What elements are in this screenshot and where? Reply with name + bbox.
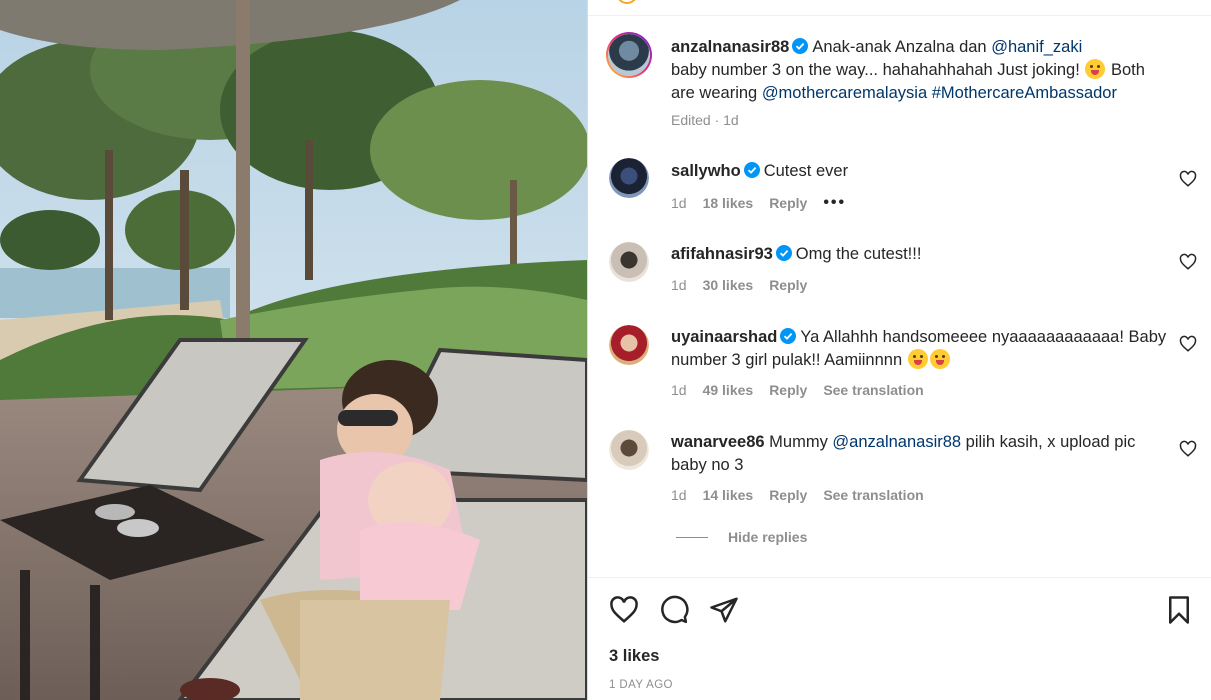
tongue-emoji-icon [907,349,928,369]
tongue-emoji-icon [929,349,950,369]
comment-likes[interactable]: 18 likes [703,195,754,211]
comment-heart-icon[interactable] [1179,440,1197,458]
comment-mention-anzalnanasir88[interactable]: @anzalnanasir88 [832,433,961,451]
comment-meta: 1d 49 likes Reply See translation [671,382,924,398]
comment-uyainaarshad: uyainaarshad Ya Allahhh handsomeeee nyaaa… [671,326,1171,372]
comment-time: 1d [671,277,687,293]
comment-text: Omg the cutest!!! [795,245,922,263]
comment-likes[interactable]: 49 likes [703,382,754,398]
comment-time: 1d [671,487,687,503]
bookmark-icon[interactable] [1164,595,1194,625]
post-photo[interactable] [0,0,587,700]
post-actions-bar: 3 likes 1 DAY AGO [588,577,1211,700]
author-avatar[interactable] [606,32,652,78]
comment-username[interactable]: afifahnasir93 [671,245,773,263]
comment-sallywho: sallywho Cutest ever [671,160,1171,183]
comment-avatar-sallywho[interactable] [609,158,649,198]
caption-mention-hanif[interactable]: @hanif_zaki [991,38,1082,56]
photo-scene [0,0,587,700]
comment-username[interactable]: wanarvee86 [671,433,765,451]
winking-tongue-emoji-icon [1085,59,1106,79]
comment-avatar-afifahnasir93[interactable] [609,242,649,282]
comment-afifahnasir93: afifahnasir93 Omg the cutest!!! [671,243,1171,266]
caption-text-2: baby number 3 on the way... hahahahhahah… [671,61,1085,79]
post-timestamp: 1 DAY AGO [609,679,673,691]
reply-button[interactable]: Reply [769,487,807,503]
author-username[interactable]: anzalnanasir88 [671,38,789,56]
header-avatar-ring[interactable] [616,0,638,4]
comment-avatar-uyainaarshad[interactable] [609,325,649,365]
comment-heart-icon[interactable] [1179,170,1197,188]
comment-likes[interactable]: 14 likes [703,487,754,503]
caption-meta: Edited · 1d [671,112,739,128]
comment-text-prefix: Mummy [769,433,833,451]
see-translation-button[interactable]: See translation [823,382,923,398]
comment-heart-icon[interactable] [1179,335,1197,353]
see-translation-button[interactable]: See translation [823,487,923,503]
share-icon[interactable] [709,595,739,625]
comment-meta: 1d 18 likes Reply ••• [671,194,846,212]
comment-username[interactable]: sallywho [671,162,741,180]
reply-button[interactable]: Reply [769,382,807,398]
comment-wanarvee86: wanarvee86 Mummy @anzalnanasir88 pilih k… [671,431,1171,477]
reply-button[interactable]: Reply [769,277,807,293]
reply-button[interactable]: Reply [769,195,807,211]
verified-badge-icon [743,162,760,178]
verified-badge-icon [775,245,792,261]
comment-meta: 1d 14 likes Reply See translation [671,487,924,503]
post-detail-panel: anzalnanasir88 Anak-anak Anzalna dan @han… [587,0,1211,700]
caption-mention-mothercare[interactable]: @mothercaremalaysia [762,84,927,102]
comment-likes[interactable]: 30 likes [703,277,754,293]
post-likes-count[interactable]: 3 likes [609,647,659,666]
hide-replies-label: Hide replies [728,529,808,545]
heart-icon[interactable] [609,595,639,625]
verified-badge-icon [792,38,809,54]
comment-username[interactable]: uyainaarshad [671,328,777,346]
header-strip [588,0,1211,16]
comment-time: 1d [671,382,687,398]
comment-meta: 1d 30 likes Reply [671,277,807,293]
hide-replies-line [676,536,708,538]
hide-replies-button[interactable]: Hide replies [676,529,807,545]
caption-edited-time: Edited · 1d [671,112,739,128]
comment-text: Cutest ever [763,162,849,180]
post-caption: anzalnanasir88 Anak-anak Anzalna dan @han… [671,36,1171,105]
caption-text-1: Anak-anak Anzalna dan [812,38,992,56]
caption-hashtag[interactable]: #MothercareAmbassador [932,84,1117,102]
verified-badge-icon [780,328,797,344]
comment-time: 1d [671,195,687,211]
more-options-icon[interactable]: ••• [823,194,846,212]
comment-avatar-wanarvee86[interactable] [609,430,649,470]
comment-icon[interactable] [659,595,689,625]
comment-heart-icon[interactable] [1179,253,1197,271]
